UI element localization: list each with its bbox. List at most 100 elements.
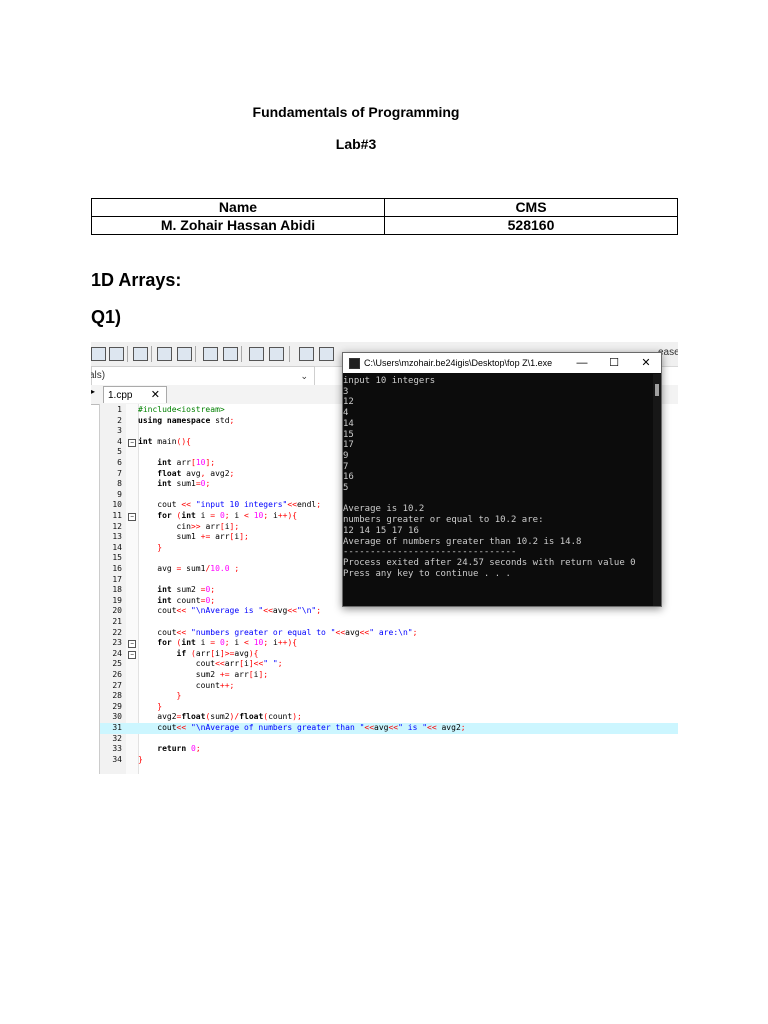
console-line: numbers greater or equal to 10.2 are: bbox=[343, 515, 544, 526]
code-line[interactable]: 34} bbox=[100, 755, 678, 766]
code-line[interactable]: 29 } bbox=[100, 702, 678, 713]
code-line[interactable]: 22 cout<< "numbers greater or equal to "… bbox=[100, 628, 678, 639]
ide-screenshot: ease als) ⌄ ▸ 1.cpp ✕ 1 #include<iostream… bbox=[91, 342, 678, 774]
code-text: } bbox=[157, 542, 163, 552]
tab-scroll-icon[interactable]: ▸ bbox=[91, 387, 95, 396]
code-text: cin>> arr[i]; bbox=[138, 521, 240, 531]
save-icon[interactable] bbox=[109, 347, 124, 361]
line-number: 34 bbox=[112, 754, 122, 764]
line-number: 9 bbox=[117, 489, 122, 499]
code-text: int count=0; bbox=[157, 595, 216, 605]
code-line[interactable]: 27 count++; bbox=[100, 681, 678, 692]
code-line[interactable]: 33 return 0; bbox=[100, 744, 678, 755]
code-text: cout<< "numbers greater or equal to "<<a… bbox=[138, 627, 418, 637]
fold-toggle-icon[interactable]: − bbox=[128, 640, 136, 649]
console-app-icon bbox=[349, 358, 360, 369]
compiler-select-value: als) bbox=[91, 370, 106, 381]
document-subtitle: Lab#3 bbox=[335, 136, 377, 152]
code-line[interactable]: 20 cout<< "\nAverage is "<<avg<<"\n"; bbox=[100, 606, 678, 617]
toolbar-separator bbox=[151, 346, 152, 362]
fold-toggle-icon[interactable]: − bbox=[128, 650, 136, 659]
console-line: 14 bbox=[343, 418, 354, 429]
code-line[interactable]: 25 cout<<arr[i]<<" "; bbox=[100, 659, 678, 670]
line-number: 28 bbox=[112, 691, 122, 701]
console-output: input 10 integers 3 12 4 14 15 17 9 7 16 5 Average … bbox=[343, 374, 653, 606]
code-line[interactable]: 24− if (arr[i]>=avg){ bbox=[100, 649, 678, 660]
scrollbar-thumb[interactable] bbox=[655, 384, 659, 396]
print-icon[interactable] bbox=[133, 347, 148, 361]
code-text: avg2=float(sum2)/float(count); bbox=[138, 712, 302, 722]
toolbar-separator bbox=[195, 346, 196, 362]
close-icon[interactable]: ✕ bbox=[635, 353, 657, 373]
fold-toggle-icon[interactable]: − bbox=[128, 513, 136, 521]
line-number: 19 bbox=[112, 595, 122, 605]
find-icon[interactable] bbox=[157, 347, 172, 361]
line-number: 22 bbox=[112, 627, 122, 637]
code-text: sum2 += arr[i]; bbox=[138, 670, 269, 679]
code-text: } bbox=[138, 754, 143, 764]
line-number: 18 bbox=[112, 585, 122, 595]
maximize-icon[interactable]: ☐ bbox=[603, 353, 625, 373]
code-text: float avg, avg2; bbox=[157, 468, 235, 478]
code-text: if (arr[i]>=avg){ bbox=[176, 648, 259, 658]
line-number: 33 bbox=[112, 744, 122, 754]
console-line: Average of numbers greater than 10.2 is … bbox=[343, 536, 582, 547]
code-line[interactable]: 30 avg2=float(sum2)/float(count); bbox=[100, 712, 678, 723]
code-text: int arr[10]; bbox=[157, 458, 216, 467]
open-file-icon[interactable] bbox=[91, 347, 106, 361]
code-text: int main(){ bbox=[138, 436, 191, 446]
toolbar-separator bbox=[127, 346, 128, 362]
unindent-icon[interactable] bbox=[223, 347, 238, 361]
code-text: for (int i = 0; i < 10; i++){ bbox=[157, 638, 298, 648]
line-number: 12 bbox=[112, 521, 122, 531]
indent-icon[interactable] bbox=[203, 347, 218, 361]
console-line: input 10 integers bbox=[343, 376, 436, 386]
line-number: 14 bbox=[112, 542, 122, 552]
line-number: 24 bbox=[112, 648, 122, 658]
toolbar-separator bbox=[289, 346, 290, 362]
code-text: int sum2 =0; bbox=[157, 585, 216, 595]
student-info-table: Name CMS M. Zohair Hassan Abidi 528160 bbox=[91, 198, 678, 235]
code-text: #include<iostream> bbox=[138, 405, 225, 414]
console-line: 9 bbox=[343, 450, 349, 461]
chevron-down-icon[interactable]: ⌄ bbox=[300, 367, 308, 385]
console-scrollbar[interactable] bbox=[653, 374, 661, 606]
fold-toggle-icon[interactable]: − bbox=[128, 438, 136, 447]
code-line[interactable]: 28 } bbox=[100, 691, 678, 702]
line-number: 8 bbox=[117, 479, 122, 489]
compiler-select[interactable]: als) ⌄ bbox=[91, 366, 315, 386]
console-window[interactable]: C:\Users\mzohair.be24igis\Desktop\fop Z\… bbox=[342, 352, 662, 607]
console-line: 12 14 15 17 16 bbox=[343, 525, 419, 536]
line-number: 16 bbox=[112, 564, 122, 573]
console-line: 16 bbox=[343, 472, 354, 483]
replace-icon[interactable] bbox=[177, 347, 192, 361]
code-line[interactable]: 21 bbox=[100, 617, 678, 628]
line-number: 3 bbox=[117, 426, 122, 436]
line-number: 21 bbox=[112, 617, 122, 626]
code-text: count++; bbox=[138, 680, 235, 690]
bookmark-next-icon[interactable] bbox=[319, 347, 334, 361]
code-text: for (int i = 0; i < 10; i++){ bbox=[157, 511, 298, 520]
code-line[interactable]: 26 sum2 += arr[i]; bbox=[100, 670, 678, 681]
code-text: return 0; bbox=[157, 744, 201, 754]
code-text: cout << "input 10 integers"<<endl; bbox=[138, 500, 322, 510]
code-line[interactable]: 23− for (int i = 0; i < 10; i++){ bbox=[100, 638, 678, 649]
console-line: Press any key to continue . . . bbox=[343, 568, 511, 579]
line-number: 30 bbox=[112, 712, 122, 722]
console-line: 15 bbox=[343, 429, 354, 440]
line-number: 25 bbox=[112, 659, 122, 669]
code-text: int sum1=0; bbox=[157, 479, 211, 489]
tab-1cpp[interactable]: 1.cpp ✕ bbox=[103, 386, 167, 403]
console-titlebar[interactable]: C:\Users\mzohair.be24igis\Desktop\fop Z\… bbox=[343, 353, 661, 373]
redo-icon[interactable] bbox=[269, 347, 284, 361]
line-number: 26 bbox=[112, 670, 122, 679]
toolbar-separator bbox=[241, 346, 242, 362]
code-line[interactable]: 31 cout<< "\nAverage of numbers greater … bbox=[100, 723, 678, 734]
close-icon[interactable]: ✕ bbox=[151, 387, 160, 404]
document-title: Fundamentals of Programming bbox=[252, 104, 460, 120]
line-number: 31 bbox=[112, 723, 122, 732]
goto-icon[interactable] bbox=[249, 347, 264, 361]
bookmark-prev-icon[interactable] bbox=[299, 347, 314, 361]
minimize-icon[interactable]: — bbox=[571, 353, 593, 373]
code-line[interactable]: 32 bbox=[100, 734, 678, 745]
